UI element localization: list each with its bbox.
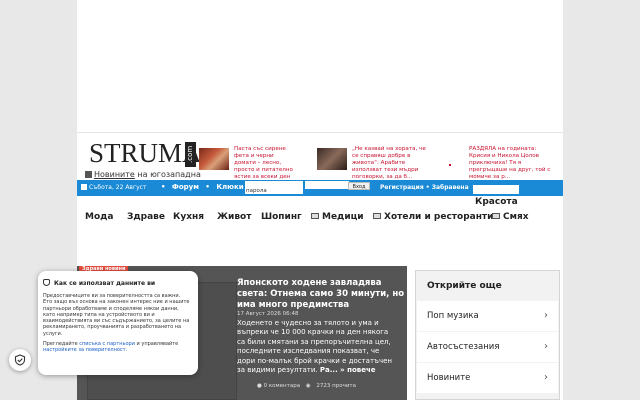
teaser-breakup[interactable]: РАЗДЯЛА на годината: Крисия и Никола Цол… [447, 146, 557, 180]
teaser-headline[interactable]: РАЗДЯЛА на годината: Крисия и Никола Цол… [469, 146, 555, 181]
consent-header: Как се използват данните ви [43, 279, 190, 291]
teaser-pasta[interactable]: Паста със сирене фета и черни домати – л… [199, 146, 295, 180]
login-button[interactable]: Вход [348, 182, 370, 190]
tv-icon [492, 213, 500, 219]
nav-item-label: Смях [503, 212, 529, 222]
discover-more-panel: Открийте още Поп музика › Автосъстезания… [415, 270, 560, 400]
site-logo[interactable]: STRUMA .com [89, 138, 202, 168]
discover-item-motorsport[interactable]: Автосъстезания › [417, 332, 558, 362]
view-count: 2723 прочита [316, 383, 356, 389]
top-bar: Събота, 22 Август • Форум • Клюки парола… [77, 180, 563, 196]
shield-check-icon [14, 354, 26, 366]
date-display: Събота, 22 Август [81, 184, 146, 191]
nav-item-laugh[interactable]: Смях [492, 212, 529, 222]
privacy-settings-button[interactable] [9, 349, 31, 371]
username-field[interactable] [305, 181, 349, 189]
read-more-link[interactable]: Ра... » повече [320, 366, 376, 374]
teaser-headline[interactable]: Паста със сирене фета и черни домати – л… [234, 146, 294, 181]
nav-item-shopping[interactable]: Шопинг [261, 212, 302, 222]
discover-item-news[interactable]: Новините › [417, 363, 558, 393]
consent-body: Предоставчиците ви за поверителността са… [43, 293, 190, 337]
password-label: парола [246, 188, 267, 194]
nav-item-label: Медици [322, 212, 364, 222]
nav-item-life[interactable]: Живот [217, 212, 251, 222]
discover-item-label: Поп музика [427, 311, 479, 321]
chevron-right-icon: › [544, 341, 548, 352]
tagline-link[interactable]: Новините [94, 170, 135, 179]
eye-icon: ◉ [305, 383, 311, 389]
discover-item-pop-music[interactable]: Поп музика › [417, 301, 558, 331]
article-title[interactable]: Японското ходене завладява света: Отнема… [237, 278, 405, 311]
teaser-bullet [449, 164, 451, 166]
article-meta: ● 0 коментара ◉ 2723 прочита [257, 383, 356, 389]
gossip-link[interactable]: Клюки [216, 183, 243, 191]
nav-item-kitchen[interactable]: Кухня [173, 212, 204, 222]
privacy-consent-popup: Как се използват данните ви Предоставчиц… [38, 271, 198, 375]
forgot-password-link[interactable]: Забравена [432, 184, 469, 191]
password-field[interactable]: парола [245, 181, 303, 194]
shield-icon [43, 279, 50, 286]
top-link-separator: • [205, 183, 210, 191]
home-icon[interactable] [81, 184, 87, 190]
forum-link[interactable]: Форум [172, 183, 199, 191]
discover-title: Открийте още [416, 271, 559, 301]
article-excerpt: Ходенето е чудесно за тялото и ума и въп… [237, 319, 397, 375]
grid-icon [85, 171, 92, 178]
tv-icon [373, 213, 381, 219]
site-header: STRUMA .com Новините на югозападна Паста… [77, 134, 563, 180]
date-text: Събота, 22 Август [89, 184, 147, 191]
nav-item-beauty[interactable]: Красота [475, 197, 518, 207]
comment-icon: ● [257, 383, 262, 389]
main-nav: Мода Здраве Кухня Живот Шопинг Медици Хо… [77, 208, 563, 228]
nav-item-fashion[interactable]: Мода [85, 212, 113, 222]
discover-item-label: Автосъстезания [427, 342, 500, 352]
privacy-settings-link[interactable]: настройките за поверителност. [43, 347, 127, 353]
article-date: 17 Август 2026 06:48 [237, 311, 299, 317]
nav-item-hotels[interactable]: Хотели и ресторанти [373, 212, 493, 222]
consent-footer: Прегледайте списъка с партньори и управл… [43, 341, 190, 354]
register-link[interactable]: Регистрация [380, 184, 424, 191]
comment-count[interactable]: 0 коментара [264, 383, 301, 389]
consent-footer-text: и управлявайте [134, 341, 179, 348]
discover-item-label: Новините [427, 373, 471, 383]
top-links: • Форум • Клюки [161, 183, 248, 191]
consent-title: Как се използват данните ви [54, 280, 156, 287]
account-links: Регистрация • Забравена [380, 184, 469, 191]
teaser-arabs[interactable]: „Не казвай на хората, че се справяш добр… [317, 146, 429, 180]
logo-suffix: .com [185, 142, 196, 167]
nav-item-doctors[interactable]: Медици [311, 212, 364, 222]
tagline-text: на югозападна [134, 170, 201, 179]
top-link-separator: • [161, 183, 166, 191]
teaser-headline[interactable]: „Не казвай на хората, че се справяш добр… [352, 146, 428, 181]
spacer [77, 228, 563, 264]
teaser-image[interactable] [199, 148, 229, 170]
chevron-right-icon: › [544, 310, 548, 321]
nav-item-label: Хотели и ресторанти [384, 212, 494, 222]
chevron-right-icon: › [544, 372, 548, 383]
tagline: Новините на югозападна [85, 170, 201, 179]
nav-item-health[interactable]: Здраве [127, 212, 165, 222]
tv-icon [311, 213, 319, 219]
teaser-image[interactable] [317, 148, 347, 170]
search-input[interactable] [473, 185, 519, 194]
ad-space [77, 0, 563, 133]
